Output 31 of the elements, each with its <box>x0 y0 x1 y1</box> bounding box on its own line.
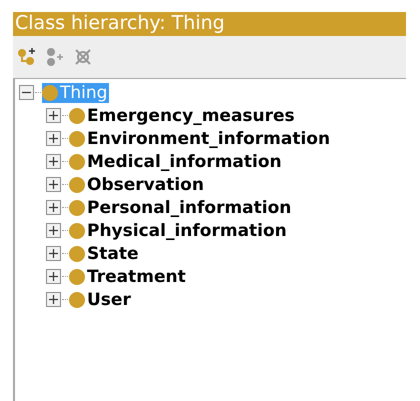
expand-toggle-icon[interactable] <box>46 108 61 123</box>
class-icon <box>69 108 85 124</box>
expand-toggle-icon[interactable] <box>46 177 61 192</box>
tree-item[interactable]: Emergency_measures <box>69 106 297 126</box>
class-icon <box>69 268 85 284</box>
expand-toggle-icon[interactable] <box>46 223 61 238</box>
class-icon <box>69 176 85 192</box>
expand-toggle-icon[interactable] <box>46 200 61 215</box>
tree-item[interactable]: Treatment <box>69 266 188 286</box>
class-icon <box>42 84 58 100</box>
expand-toggle-icon[interactable] <box>46 154 61 169</box>
class-icon <box>69 222 85 238</box>
tree-item[interactable]: Physical_information <box>69 220 289 240</box>
tree-item[interactable]: User <box>69 290 133 310</box>
tree-item[interactable]: Personal_information <box>69 198 294 218</box>
expand-toggle-icon[interactable] <box>46 246 61 261</box>
class-icon <box>69 246 85 262</box>
expand-toggle-icon[interactable] <box>46 269 61 284</box>
class-icon <box>69 130 85 146</box>
class-icon <box>69 292 85 308</box>
tree-item[interactable]: Medical_information <box>69 152 284 172</box>
expand-toggle-icon[interactable] <box>46 131 61 146</box>
expand-toggle-icon[interactable] <box>46 292 61 307</box>
tree-item[interactable]: Environment_information <box>69 128 332 148</box>
add-subclass-icon[interactable] <box>17 47 37 67</box>
panel-title: Class hierarchy: Thing <box>13 12 406 36</box>
tree-item[interactable]: Observation <box>69 174 206 194</box>
class-icon <box>69 200 85 216</box>
collapse-toggle-icon[interactable] <box>19 85 34 100</box>
class-icon <box>69 154 85 170</box>
tree-item[interactable]: State <box>69 244 140 264</box>
